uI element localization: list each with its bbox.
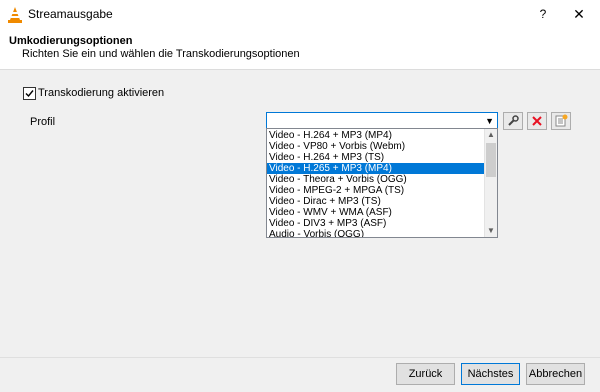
dropdown-option[interactable]: Video - DIV3 + MP3 (ASF) xyxy=(267,218,486,229)
chevron-down-icon[interactable]: ▼ xyxy=(485,113,494,129)
help-button[interactable]: ? xyxy=(530,4,556,24)
scrollbar-thumb[interactable] xyxy=(486,143,496,177)
dropdown-option[interactable]: Video - Dirac + MP3 (TS) xyxy=(267,196,486,207)
profile-dropdown-list[interactable]: Video - H.264 + MP3 (MP4) Video - VP80 +… xyxy=(266,128,498,238)
title-bar: Streamausgabe ? ✕ xyxy=(0,0,600,29)
scroll-up-icon[interactable]: ▲ xyxy=(485,129,497,141)
page-title: Umkodierungsoptionen xyxy=(9,35,133,47)
profile-label: Profil xyxy=(30,116,56,128)
delete-profile-button[interactable] xyxy=(527,112,547,130)
page-subtitle: Richten Sie ein und wählen die Transkodi… xyxy=(22,48,300,60)
checkmark-icon xyxy=(25,90,34,98)
wizard-header: Umkodierungsoptionen Richten Sie ein und… xyxy=(0,29,600,70)
delete-icon xyxy=(532,116,542,126)
vlc-cone-icon xyxy=(8,7,22,23)
back-button[interactable]: Zurück xyxy=(396,363,455,385)
footer-divider xyxy=(0,357,600,358)
dropdown-option[interactable]: Video - H.264 + MP3 (TS) xyxy=(267,152,486,163)
dropdown-option[interactable]: Video - Theora + Vorbis (OGG) xyxy=(267,174,486,185)
edit-profile-button[interactable] xyxy=(503,112,523,130)
new-profile-icon xyxy=(555,114,568,127)
cancel-button[interactable]: Abbrechen xyxy=(526,363,585,385)
new-profile-button[interactable] xyxy=(551,112,571,130)
dropdown-option[interactable]: Audio - Vorbis (OGG) xyxy=(267,229,486,237)
dropdown-option[interactable]: Video - WMV + WMA (ASF) xyxy=(267,207,486,218)
transcode-checkbox-label[interactable]: Transkodierung aktivieren xyxy=(38,87,164,99)
dropdown-option[interactable]: Video - MPEG-2 + MPGA (TS) xyxy=(267,185,486,196)
wrench-icon xyxy=(508,115,519,126)
close-button[interactable]: ✕ xyxy=(566,4,592,24)
scroll-down-icon[interactable]: ▼ xyxy=(485,225,497,237)
transcode-checkbox[interactable] xyxy=(23,87,36,100)
dropdown-option-selected[interactable]: Video - H.265 + MP3 (MP4) xyxy=(267,163,486,174)
dropdown-scrollbar[interactable]: ▲ ▼ xyxy=(484,129,497,237)
dropdown-option[interactable]: Video - H.264 + MP3 (MP4) xyxy=(267,130,486,141)
next-button[interactable]: Nächstes xyxy=(461,363,520,385)
dropdown-option[interactable]: Video - VP80 + Vorbis (Webm) xyxy=(267,141,486,152)
window-title: Streamausgabe xyxy=(28,7,113,21)
